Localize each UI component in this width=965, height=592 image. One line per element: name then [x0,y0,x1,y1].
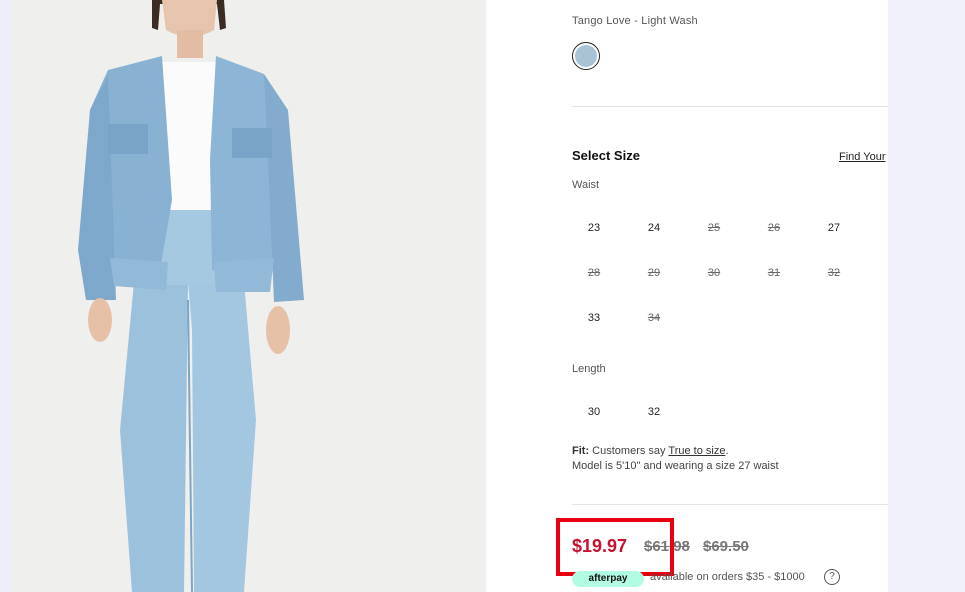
waist-size-option-unavailable[interactable]: 25 [694,222,734,234]
fit-text: Customers say [592,445,666,457]
fit-info: Fit: Customers say True to size. Model i… [572,444,779,474]
color-swatch-fill [575,45,597,67]
fit-prefix: Fit: [572,445,590,457]
length-label: Length [572,363,606,375]
fit-suffix: . [725,445,729,457]
color-swatch-selected[interactable] [572,42,600,70]
previous-price: $61.98 [644,538,690,555]
model-photo-illustration [12,0,486,592]
waist-size-option-unavailable[interactable]: 30 [694,267,734,279]
divider [572,106,888,107]
waist-size-option-unavailable[interactable]: 31 [754,267,794,279]
afterpay-availability-text: available on orders $35 - $1000 [650,571,805,583]
original-price: $69.50 [703,538,749,555]
length-size-option[interactable]: 32 [634,406,674,418]
fit-summary: Fit: Customers say True to size. [572,444,779,459]
divider [572,504,888,505]
model-size-note: Model is 5'10" and wearing a size 27 wai… [572,460,779,472]
select-size-heading: Select Size [572,148,640,163]
sale-price: $19.97 [572,536,628,556]
page-edge [0,0,12,592]
length-size-option[interactable]: 30 [574,406,614,418]
selected-color-name: Tango Love - Light Wash [572,15,698,27]
afterpay-logo: afterpay [572,571,644,587]
waist-size-option[interactable]: 27 [814,222,854,234]
waist-size-option-unavailable[interactable]: 29 [634,267,674,279]
waist-size-option-unavailable[interactable]: 32 [814,267,854,279]
waist-size-option[interactable]: 23 [574,222,614,234]
product-details-panel: Tango Love - Light Wash Select Size Find… [486,0,888,592]
page-background-right [888,0,965,592]
true-to-size-link[interactable]: True to size [668,445,725,457]
help-question-icon[interactable]: ? [824,569,840,585]
waist-size-option-unavailable[interactable]: 28 [574,267,614,279]
find-your-size-link[interactable]: Find Your [839,151,885,163]
waist-size-option[interactable]: 24 [634,222,674,234]
waist-size-option[interactable]: 33 [574,312,614,324]
waist-size-option-unavailable[interactable]: 34 [634,312,674,324]
waist-label: Waist [572,179,600,191]
product-image [12,0,486,592]
waist-size-option-unavailable[interactable]: 26 [754,222,794,234]
